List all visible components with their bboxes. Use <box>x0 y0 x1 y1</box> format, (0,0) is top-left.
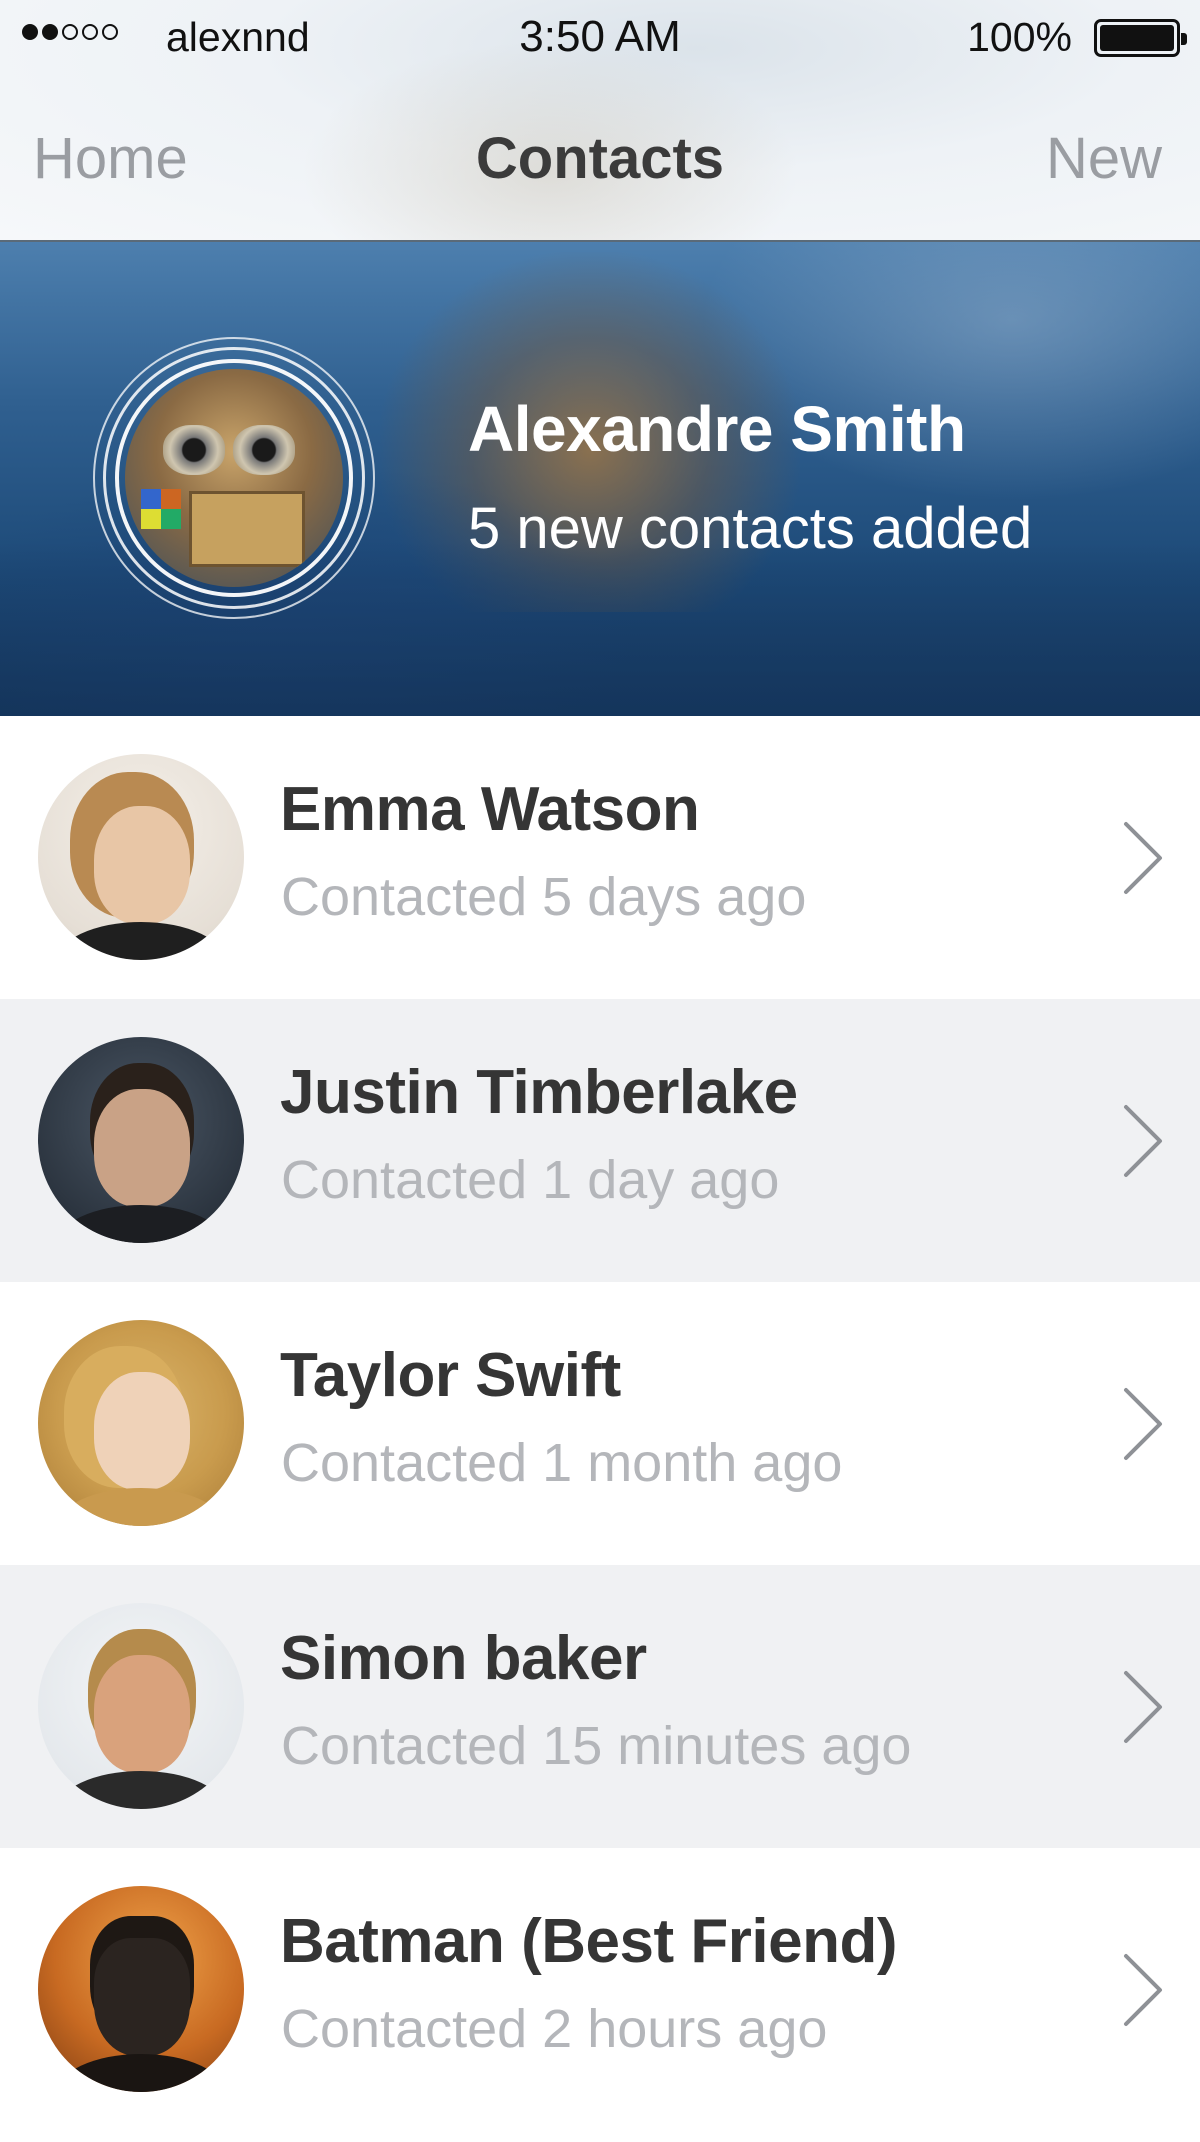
chevron-right-icon <box>1124 1954 1162 2026</box>
battery-terminal <box>1181 33 1187 45</box>
contact-row-batman[interactable]: Batman (Best Friend) Contacted 2 hours a… <box>0 1848 1200 2131</box>
battery-percentage: 100% <box>967 14 1072 60</box>
contact-name: Batman (Best Friend) <box>280 1907 897 1976</box>
avatar-detail <box>94 1938 190 2056</box>
avatar-detail <box>163 425 225 475</box>
contact-name: Simon baker <box>280 1624 647 1693</box>
avatar-detail <box>94 1089 190 1207</box>
avatar-detail <box>56 1771 226 1809</box>
new-contact-button[interactable]: New <box>1046 125 1162 192</box>
contact-status: Contacted 1 month ago <box>281 1433 843 1493</box>
contact-avatar <box>38 1320 244 1526</box>
contact-avatar <box>38 1886 244 2092</box>
header: alexnnd 3:50 AM 100% Home Contacts New <box>0 0 1200 242</box>
contact-avatar <box>38 754 244 960</box>
contact-name: Emma Watson <box>280 775 700 844</box>
profile-name: Alexandre Smith <box>468 393 966 465</box>
contact-row-simon-baker[interactable]: Simon baker Contacted 15 minutes ago <box>0 1565 1200 1848</box>
profile-avatar[interactable] <box>125 369 343 587</box>
contact-status: Contacted 2 hours ago <box>281 1999 828 2059</box>
avatar-detail <box>94 806 190 924</box>
avatar-detail <box>233 425 295 475</box>
avatar-detail <box>56 2054 226 2092</box>
chevron-right-icon <box>1124 1388 1162 1460</box>
avatar-detail <box>56 1205 226 1243</box>
navigation-bar: Home Contacts New <box>0 80 1200 240</box>
avatar-detail <box>94 1655 190 1773</box>
contact-avatar <box>38 1603 244 1809</box>
status-bar: alexnnd 3:50 AM 100% <box>0 0 1200 80</box>
contact-status: Contacted 5 days ago <box>281 867 807 927</box>
page-title: Contacts <box>475 126 725 191</box>
contact-name: Justin Timberlake <box>280 1058 798 1127</box>
contacts-list: Emma Watson Contacted 5 days ago Justin … <box>0 716 1200 2131</box>
profile-subtitle: 5 new contacts added <box>468 496 1033 561</box>
contact-row-emma-watson[interactable]: Emma Watson Contacted 5 days ago <box>0 716 1200 999</box>
battery-level <box>1100 25 1174 51</box>
chevron-right-icon <box>1124 1105 1162 1177</box>
avatar-detail <box>141 489 181 529</box>
contact-status: Contacted 15 minutes ago <box>281 1716 912 1776</box>
contact-row-justin-timberlake[interactable]: Justin Timberlake Contacted 1 day ago <box>0 999 1200 1282</box>
contact-name: Taylor Swift <box>280 1341 621 1410</box>
chevron-right-icon <box>1124 1671 1162 1743</box>
avatar-detail <box>56 922 226 960</box>
contact-status: Contacted 1 day ago <box>281 1150 780 1210</box>
avatar-detail <box>56 1488 226 1526</box>
avatar-detail <box>189 491 305 567</box>
battery-icon <box>1094 19 1187 57</box>
contact-row-taylor-swift[interactable]: Taylor Swift Contacted 1 month ago <box>0 1282 1200 1565</box>
contact-avatar <box>38 1037 244 1243</box>
avatar-detail <box>94 1372 190 1490</box>
profile-banner: Alexandre Smith 5 new contacts added <box>0 242 1200 716</box>
chevron-right-icon <box>1124 822 1162 894</box>
